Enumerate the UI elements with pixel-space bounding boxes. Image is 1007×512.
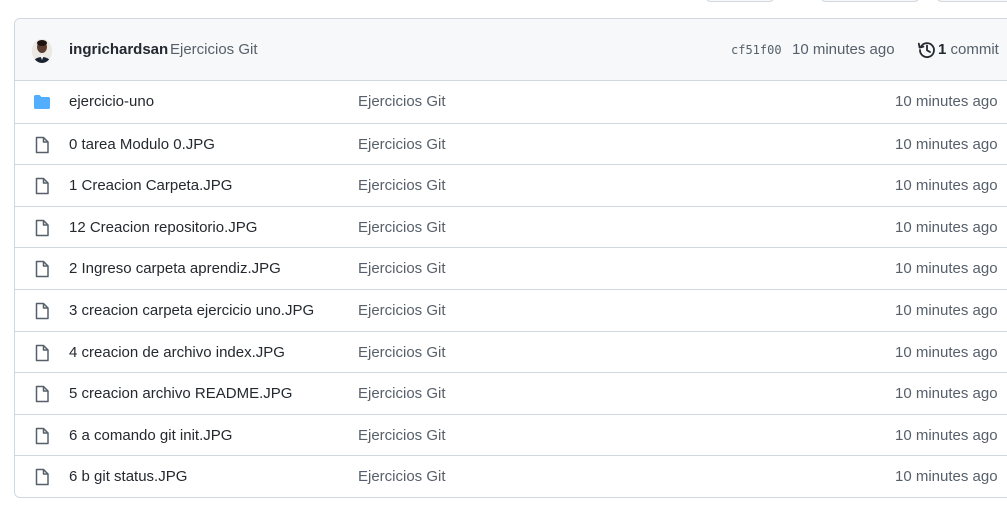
row-commit-time: 10 minutes ago bbox=[895, 302, 998, 319]
folder-name-link[interactable]: ejercicio-uno bbox=[69, 93, 154, 110]
file-icon bbox=[33, 427, 51, 445]
row-commit-message-link[interactable]: Ejercicios Git bbox=[358, 302, 446, 319]
file-browser: ingrichardsan Ejercicios Git cf51f00 10 … bbox=[14, 18, 1007, 498]
commit-message-link[interactable]: Ejercicios Git bbox=[170, 41, 258, 58]
file-name-link[interactable]: 4 creacion de archivo index.JPG bbox=[69, 344, 285, 361]
commit-sha-link[interactable]: cf51f00 bbox=[731, 43, 782, 57]
row-commit-message-link[interactable]: Ejercicios Git bbox=[358, 344, 446, 361]
latest-commit-header: ingrichardsan Ejercicios Git cf51f00 10 … bbox=[15, 19, 1007, 81]
avatar[interactable] bbox=[32, 39, 52, 63]
row-commit-message-link[interactable]: Ejercicios Git bbox=[358, 93, 446, 110]
history-icon[interactable] bbox=[917, 40, 937, 60]
commit-count-link[interactable]: 1 commit bbox=[938, 41, 999, 58]
folder-row[interactable]: ejercicio-uno Ejercicios Git 10 minutes ag… bbox=[15, 81, 1007, 122]
file-icon bbox=[33, 136, 51, 154]
file-icon bbox=[33, 302, 51, 320]
row-commit-message-link[interactable]: Ejercicios Git bbox=[358, 385, 446, 402]
row-commit-message-link[interactable]: Ejercicios Git bbox=[358, 177, 446, 194]
file-icon bbox=[33, 260, 51, 278]
file-icon bbox=[33, 385, 51, 403]
file-row[interactable]: 5 creacion archivo README.JPG Ejercicios … bbox=[15, 372, 1007, 414]
file-name-link[interactable]: 6 b git status.JPG bbox=[69, 468, 187, 485]
row-commit-time: 10 minutes ago bbox=[895, 260, 998, 277]
top-button-3[interactable] bbox=[936, 0, 1007, 2]
file-name-link[interactable]: 0 tarea Modulo 0.JPG bbox=[69, 136, 215, 153]
file-name-link[interactable]: 12 Creacion repositorio.JPG bbox=[69, 219, 257, 236]
file-row[interactable]: 0 tarea Modulo 0.JPG Ejercicios Git 10 min… bbox=[15, 123, 1007, 165]
file-row[interactable]: 12 Creacion repositorio.JPG Ejercicios Gi… bbox=[15, 206, 1007, 248]
row-commit-time: 10 minutes ago bbox=[895, 344, 998, 361]
commit-count-label: commit bbox=[950, 41, 999, 58]
row-commit-time: 10 minutes ago bbox=[895, 136, 998, 153]
row-commit-message-link[interactable]: Ejercicios Git bbox=[358, 468, 446, 485]
row-commit-time: 10 minutes ago bbox=[895, 219, 998, 236]
top-button-1[interactable] bbox=[705, 0, 775, 2]
row-commit-time: 10 minutes ago bbox=[895, 385, 998, 402]
file-name-link[interactable]: 2 Ingreso carpeta aprendiz.JPG bbox=[69, 260, 281, 277]
file-name-link[interactable]: 1 Creacion Carpeta.JPG bbox=[69, 177, 232, 194]
file-icon bbox=[33, 344, 51, 362]
file-row[interactable]: 6 b git status.JPG Ejercicios Git 10 minut… bbox=[15, 455, 1007, 497]
commit-count: 1 bbox=[938, 41, 947, 58]
row-commit-time: 10 minutes ago bbox=[895, 177, 998, 194]
top-button-2[interactable] bbox=[820, 0, 920, 2]
row-commit-message-link[interactable]: Ejercicios Git bbox=[358, 219, 446, 236]
commit-time: 10 minutes ago bbox=[792, 41, 895, 58]
file-row[interactable]: 1 Creacion Carpeta.JPG Ejercicios Git 10 m… bbox=[15, 164, 1007, 206]
file-row[interactable]: 4 creacion de archivo index.JPG Ejercicio… bbox=[15, 331, 1007, 373]
file-row[interactable]: 6 a comando git init.JPG Ejercicios Git 10… bbox=[15, 414, 1007, 456]
row-commit-message-link[interactable]: Ejercicios Git bbox=[358, 136, 446, 153]
file-row[interactable]: 3 creacion carpeta ejercicio uno.JPG Ejer… bbox=[15, 289, 1007, 331]
folder-icon bbox=[33, 93, 51, 111]
file-name-link[interactable]: 5 creacion archivo README.JPG bbox=[69, 385, 292, 402]
row-commit-time: 10 minutes ago bbox=[895, 427, 998, 444]
file-row[interactable]: 2 Ingreso carpeta aprendiz.JPG Ejercicios… bbox=[15, 247, 1007, 289]
file-list: ejercicio-uno Ejercicios Git 10 minutes ag… bbox=[15, 81, 1007, 497]
row-commit-time: 10 minutes ago bbox=[895, 93, 998, 110]
commit-author-link[interactable]: ingrichardsan bbox=[69, 41, 168, 58]
file-name-link[interactable]: 3 creacion carpeta ejercicio uno.JPG bbox=[69, 302, 314, 319]
file-name-link[interactable]: 6 a comando git init.JPG bbox=[69, 427, 232, 444]
row-commit-message-link[interactable]: Ejercicios Git bbox=[358, 427, 446, 444]
row-commit-message-link[interactable]: Ejercicios Git bbox=[358, 260, 446, 277]
file-icon bbox=[33, 177, 51, 195]
file-icon bbox=[33, 468, 51, 486]
file-icon bbox=[33, 219, 51, 237]
row-commit-time: 10 minutes ago bbox=[895, 468, 998, 485]
